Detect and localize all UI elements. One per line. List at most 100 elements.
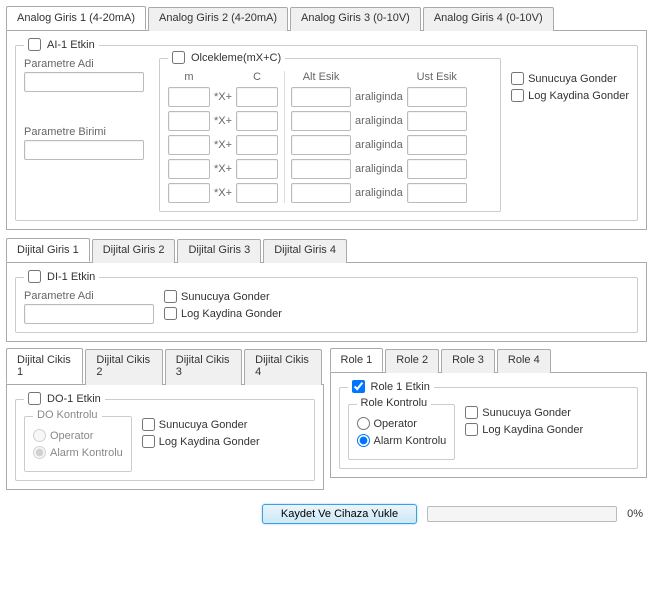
ara-1: araliginda [355,91,403,103]
analog-tabs: Analog Giris 1 (4-20mA) Analog Giris 2 (… [6,6,647,31]
do-enable-checkbox[interactable] [28,392,41,405]
do-control-label: DO Kontrolu [37,409,98,421]
do-sunucu-label: Sunucuya Gonder [159,419,248,431]
scaling-title: Olcekleme(mX+C) [191,52,281,64]
m-1[interactable] [168,87,210,107]
xplus-4: *X+ [214,163,232,175]
ust-4[interactable] [407,159,467,179]
do-operator-label: Operator [50,430,93,442]
m-2[interactable] [168,111,210,131]
alt-3[interactable] [291,135,351,155]
role-enable-label: Role 1 Etkin [371,381,430,393]
col-alt: Alt Esik [291,71,351,83]
col-ust: Ust Esik [407,71,467,83]
role-sunucu-label: Sunucuya Gonder [482,407,571,419]
do-tab-3[interactable]: Dijital Cikis 3 [165,349,242,385]
di-sunucu-checkbox[interactable] [164,290,177,303]
ara-3: araliginda [355,139,403,151]
role-tabs: Role 1 Role 2 Role 3 Role 4 [330,348,648,373]
param-unit-input[interactable] [24,140,144,160]
do-control-group: DO Kontrolu Operator Alarm Kontrolu [24,416,132,472]
analog-log-label: Log Kaydina Gonder [528,90,629,102]
analog-enable-group: AI-1 Etkin Parametre Adi Parametre Birim… [15,45,638,221]
di-enable-checkbox[interactable] [28,270,41,283]
analog-tab-1[interactable]: Analog Giris 1 (4-20mA) [6,6,146,30]
alt-4[interactable] [291,159,351,179]
ara-2: araliginda [355,115,403,127]
role-operator-label: Operator [374,418,417,430]
role-alarm-radio[interactable] [357,434,370,447]
analog-sunucu-label: Sunucuya Gonder [528,73,617,85]
analog-tab-3[interactable]: Analog Giris 3 (0-10V) [290,7,421,31]
role-tab-4[interactable]: Role 4 [497,349,551,373]
role-log-checkbox[interactable] [465,423,478,436]
alt-2[interactable] [291,111,351,131]
ai-enable-checkbox[interactable] [28,38,41,51]
ust-2[interactable] [407,111,467,131]
di-sunucu-label: Sunucuya Gonder [181,291,270,303]
c-1[interactable] [236,87,278,107]
alt-5[interactable] [291,183,351,203]
di-tab-4[interactable]: Dijital Giris 4 [263,239,347,263]
role-tab-1[interactable]: Role 1 [330,348,384,372]
xplus-3: *X+ [214,139,232,151]
role-control-group: Role Kontrolu Operator Alarm Kontrolu [348,404,456,460]
do-enable-label: DO-1 Etkin [47,393,101,405]
footer: Kaydet Ve Cihaza Yukle 0% [6,500,647,528]
xplus-1: *X+ [214,91,232,103]
do-log-label: Log Kaydina Gonder [159,436,260,448]
param-unit-label: Parametre Birimi [24,126,149,138]
analog-log-checkbox[interactable] [511,89,524,102]
c-5[interactable] [236,183,278,203]
di-tab-2[interactable]: Dijital Giris 2 [92,239,176,263]
digital-out-tabs: Dijital Cikis 1 Dijital Cikis 2 Dijital … [6,348,324,385]
role-enable-checkbox[interactable] [352,380,365,393]
do-alarm-radio [33,446,46,459]
scaling-enable-checkbox[interactable] [172,51,185,64]
m-4[interactable] [168,159,210,179]
role-control-label: Role Kontrolu [361,397,428,409]
do-operator-radio [33,429,46,442]
digital-in-tabs: Dijital Giris 1 Dijital Giris 2 Dijital … [6,238,647,263]
ust-3[interactable] [407,135,467,155]
param-name-input[interactable] [24,72,144,92]
di-tab-1[interactable]: Dijital Giris 1 [6,238,90,262]
role-sunucu-checkbox[interactable] [465,406,478,419]
analog-sunucu-checkbox[interactable] [511,72,524,85]
xplus-2: *X+ [214,115,232,127]
m-3[interactable] [168,135,210,155]
di-param-name-input[interactable] [24,304,154,324]
role-enable-group: Role 1 Etkin Role Kontrolu Operator Alar… [339,387,639,469]
di-enable-group: DI-1 Etkin Parametre Adi Sunucuya Gonder… [15,277,638,333]
role-tab-2[interactable]: Role 2 [385,349,439,373]
c-4[interactable] [236,159,278,179]
role-operator-radio[interactable] [357,417,370,430]
ara-5: araliginda [355,187,403,199]
do-tab-4[interactable]: Dijital Cikis 4 [244,349,321,385]
do-sunucu-checkbox[interactable] [142,418,155,431]
do-alarm-label: Alarm Kontrolu [50,447,123,459]
analog-tab-4[interactable]: Analog Giris 4 (0-10V) [423,7,554,31]
do-log-checkbox[interactable] [142,435,155,448]
alt-1[interactable] [291,87,351,107]
role-alarm-label: Alarm Kontrolu [374,435,447,447]
progress-label: 0% [627,508,643,520]
m-5[interactable] [168,183,210,203]
di-log-checkbox[interactable] [164,307,177,320]
scaling-group: Olcekleme(mX+C) m C *X+ *X+ *X+ *X+ [159,58,501,212]
di-param-name-label: Parametre Adi [24,290,154,302]
ust-5[interactable] [407,183,467,203]
di-enable-label: DI-1 Etkin [47,271,95,283]
do-tab-1[interactable]: Dijital Cikis 1 [6,348,83,384]
do-tab-2[interactable]: Dijital Cikis 2 [85,349,162,385]
di-tab-3[interactable]: Dijital Giris 3 [177,239,261,263]
c-3[interactable] [236,135,278,155]
ust-1[interactable] [407,87,467,107]
do-enable-group: DO-1 Etkin DO Kontrolu Operator Alarm Ko… [15,399,315,481]
analog-tab-2[interactable]: Analog Giris 2 (4-20mA) [148,7,288,31]
role-tab-3[interactable]: Role 3 [441,349,495,373]
col-m: m [168,71,210,83]
c-2[interactable] [236,111,278,131]
di-log-label: Log Kaydina Gonder [181,308,282,320]
save-button[interactable]: Kaydet Ve Cihaza Yukle [262,504,417,524]
